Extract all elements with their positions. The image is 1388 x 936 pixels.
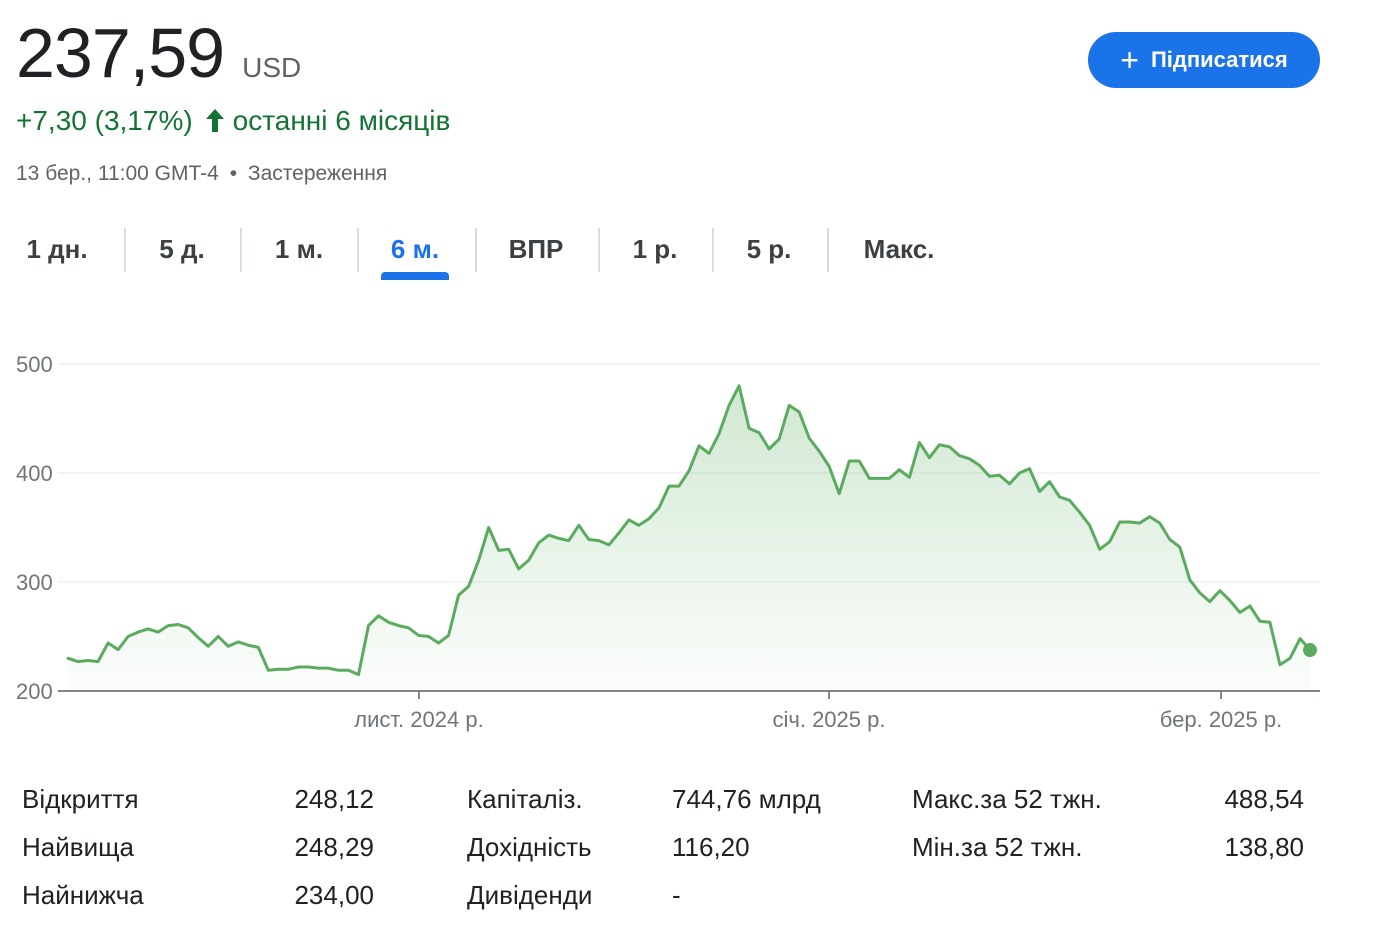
tab-divider: [357, 228, 359, 272]
stat-pe-label: Дохідність: [467, 832, 592, 862]
tab-divider: [712, 228, 714, 272]
subscribe-button[interactable]: + Підписатися: [1088, 32, 1320, 88]
stat-high-label: Найвища: [22, 832, 134, 862]
stat-52w-low-label: Мін.за 52 тжн.: [912, 832, 1083, 862]
tab-max[interactable]: Макс.: [852, 226, 946, 272]
tab-1-day[interactable]: 1 дн.: [22, 226, 92, 272]
stat-low-value: 234,00: [294, 880, 374, 910]
subscribe-label: Підписатися: [1150, 47, 1288, 72]
y-tick-label: 500: [16, 352, 53, 377]
tab-divider: [124, 228, 126, 272]
stat-open-label: Відкриття: [22, 784, 139, 814]
tab-divider: [598, 228, 600, 272]
stat-pe-value: 116,20: [672, 832, 750, 862]
tab-5-years[interactable]: 5 р.: [738, 226, 800, 272]
price-chart[interactable]: 500 400 300 200 лист. 2024 р. січ. 2025 р. бер…: [0, 330, 1388, 750]
change-period: останні 6 місяців: [232, 105, 451, 136]
stat-dividend-value: -: [672, 880, 681, 910]
y-tick-label: 200: [16, 679, 53, 704]
price-change: +7,30 (3,17%): [16, 105, 193, 136]
stat-dividend-label: Дивіденди: [467, 880, 593, 910]
tab-divider: [240, 228, 242, 272]
price-change-row: +7,30 (3,17%) останні 6 місяців: [16, 102, 450, 140]
tab-divider: [827, 228, 829, 272]
tab-1-month[interactable]: 1 м.: [266, 226, 332, 272]
disclaimer-link[interactable]: Застереження: [248, 162, 387, 185]
tab-divider: [475, 228, 477, 272]
price-currency: USD: [242, 52, 302, 83]
tab-ytd[interactable]: ВПР: [500, 226, 572, 272]
price-chart-svg: 500 400 300 200 лист. 2024 р. січ. 2025 р. бер…: [16, 352, 1320, 732]
y-tick-label: 400: [16, 461, 53, 486]
x-tick-label: бер. 2025 р.: [1160, 707, 1282, 732]
tab-6-months[interactable]: 6 м.: [381, 226, 449, 272]
quote-timestamp: 13 бер., 11:00 GMT-4: [16, 162, 219, 185]
plus-icon: +: [1120, 42, 1139, 78]
stat-high-value: 248,29: [294, 832, 374, 862]
last-price-marker: [1303, 643, 1317, 658]
stat-market-cap-value: 744,76 млрд: [672, 784, 821, 814]
quote-meta: 13 бер., 11:00 GMT-4 • Застереження: [16, 160, 387, 188]
tab-5-days[interactable]: 5 д.: [150, 226, 214, 272]
price-value: 237,59: [16, 14, 225, 92]
stat-52w-high-value: 488,54: [1224, 784, 1304, 814]
active-tab-indicator: [381, 272, 449, 280]
stat-low-label: Найнижча: [22, 880, 144, 910]
x-tick-label: лист. 2024 р.: [354, 707, 483, 732]
tab-1-year[interactable]: 1 р.: [624, 226, 686, 272]
stat-52w-high-label: Макс.за 52 тжн.: [912, 784, 1102, 814]
arrow-up-icon: [203, 106, 227, 136]
price-row: 237,59 USD: [16, 14, 301, 92]
key-stats: Відкриття 248,12 Найвища 248,29 Найнижча…: [0, 775, 1388, 925]
stat-market-cap-label: Капіталіз.: [467, 784, 583, 814]
stat-open-value: 248,12: [294, 784, 374, 814]
y-tick-label: 300: [16, 570, 53, 595]
meta-separator: •: [229, 162, 238, 185]
stat-52w-low-value: 138,80: [1224, 832, 1304, 862]
x-tick-label: січ. 2025 р.: [773, 707, 886, 732]
